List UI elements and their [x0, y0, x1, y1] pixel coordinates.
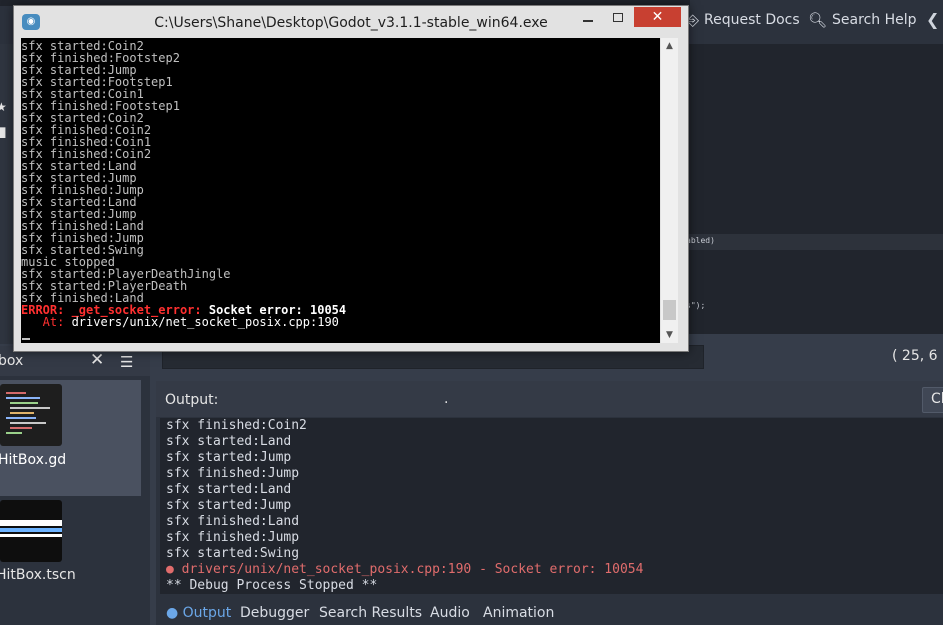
console-window: ◉ C:\Users\Shane\Desktop\Godot_v3.1.1-st…	[13, 5, 689, 352]
output-line: sfx started:Swing	[166, 546, 300, 561]
minimize-button[interactable]	[574, 7, 603, 27]
scroll-thumb[interactable]	[663, 300, 676, 320]
tab-output[interactable]: ● Output	[166, 605, 231, 621]
code-fragment: abled)	[686, 236, 715, 245]
output-line: sfx started:Jump	[166, 450, 292, 465]
console-scrollbar[interactable]: ▲ ▼	[661, 38, 678, 343]
maximize-icon	[613, 13, 623, 22]
script-current-line	[686, 234, 943, 250]
close-icon: ✕	[651, 9, 664, 25]
bottom-panel-tabs: ● Output Debugger Search Results Audio A…	[156, 597, 943, 625]
script-editor[interactable]	[686, 44, 943, 334]
folder-icon[interactable]: ▆	[0, 124, 5, 138]
at-message: drivers/unix/net_socket_posix.cpp:190	[64, 315, 339, 329]
star-icon[interactable]: ★	[0, 100, 7, 114]
at-tag: At:	[21, 315, 65, 329]
output-line: sfx finished:Land	[166, 514, 300, 529]
close-icon[interactable]: ✕	[90, 350, 104, 370]
maximize-button[interactable]	[604, 7, 633, 27]
output-log[interactable]: sfx finished:Coin2 sfx started:Land sfx …	[160, 418, 943, 594]
output-header: Output: . Cl	[156, 381, 943, 417]
output-stopped-line: ** Debug Process Stopped **	[166, 578, 378, 593]
filesystem-dock: box ✕ ☰ HitBox.gd HitBox.tscn	[0, 346, 150, 625]
output-line: sfx finished:Jump	[166, 466, 300, 481]
output-error-line: ● drivers/unix/net_socket_posix.cpp:190 …	[166, 562, 644, 577]
output-line: sfx started:Land	[166, 482, 292, 497]
output-line: sfx started:Jump	[166, 498, 292, 513]
scroll-down-icon[interactable]: ▼	[661, 327, 678, 343]
output-panel: Output: . Cl sfx finished:Coin2 sfx star…	[156, 381, 943, 625]
file-label[interactable]: HitBox.gd	[0, 452, 66, 468]
scroll-up-icon[interactable]: ▲	[661, 38, 678, 54]
clear-button[interactable]: Cl	[922, 387, 943, 413]
cursor-position: ( 25, 6	[892, 348, 938, 364]
console-cursor	[22, 338, 30, 340]
scene-thumbnail-icon[interactable]	[0, 500, 62, 562]
file-label[interactable]: HitBox.tscn	[0, 567, 76, 583]
tab-search-results[interactable]: Search Results	[319, 605, 422, 621]
minimize-icon	[583, 20, 593, 22]
output-line: sfx finished:Coin2	[166, 418, 307, 433]
list-view-icon[interactable]: ☰	[120, 353, 133, 371]
script-thumbnail-icon[interactable]	[0, 384, 62, 446]
console-titlebar[interactable]: ◉ C:\Users\Shane\Desktop\Godot_v3.1.1-st…	[14, 6, 688, 38]
collapse-panel-icon[interactable]: ❮	[926, 10, 939, 29]
output-title: Output:	[165, 392, 219, 408]
output-marker: .	[444, 391, 449, 407]
search-help-icon: 🔍︎	[808, 11, 828, 29]
tab-audio[interactable]: Audio	[430, 605, 470, 621]
close-button[interactable]: ✕	[634, 7, 681, 27]
search-help-label: Search Help	[832, 12, 917, 28]
console-output[interactable]: sfx started:Coin2 sfx finished:Footstep2…	[21, 38, 660, 343]
console-at-line: At: drivers/unix/net_socket_posix.cpp:19…	[21, 316, 339, 328]
output-line: sfx finished:Jump	[166, 530, 300, 545]
tab-animation[interactable]: Animation	[483, 605, 554, 621]
request-docs-label: Request Docs	[704, 12, 800, 28]
search-help-button[interactable]: 🔍︎ Search Help	[808, 11, 917, 29]
request-docs-button[interactable]: ⎆ Request Docs	[687, 11, 800, 29]
tab-debugger[interactable]: Debugger	[240, 605, 309, 621]
filesystem-search-text[interactable]: box	[0, 353, 23, 369]
clear-button-label: Cl	[931, 391, 943, 407]
output-line: sfx started:Land	[166, 434, 292, 449]
